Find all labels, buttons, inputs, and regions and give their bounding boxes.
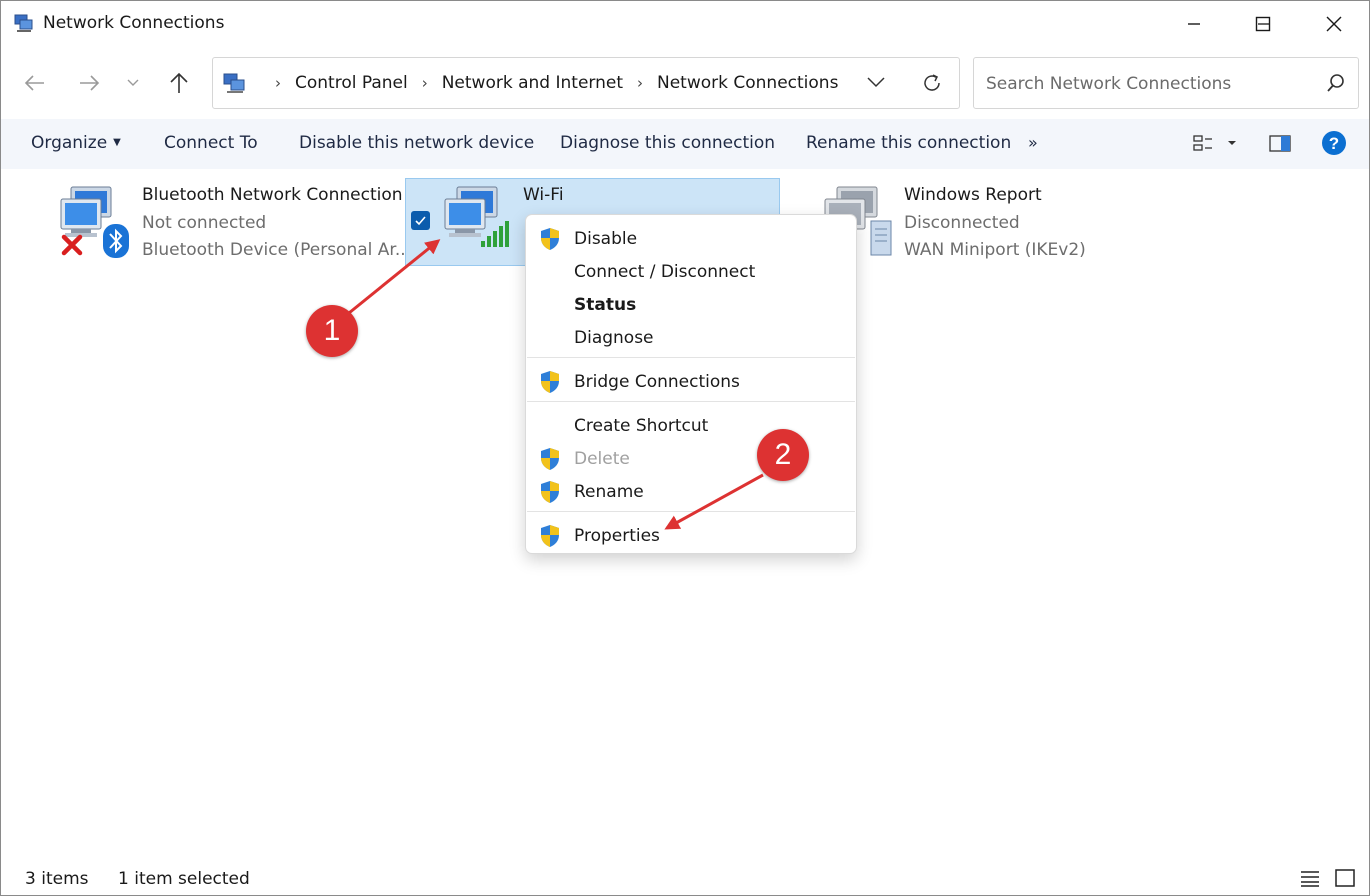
connection-status: Disconnected bbox=[904, 213, 1020, 233]
menu-item-label: Create Shortcut bbox=[574, 416, 709, 436]
organize-label: Organize bbox=[31, 133, 108, 153]
breadcrumb-network-connections[interactable]: Network Connections bbox=[657, 73, 838, 93]
network-connections-app-icon bbox=[13, 12, 35, 38]
connect-to-button[interactable]: Connect To bbox=[164, 133, 258, 153]
minimize-icon bbox=[1188, 23, 1200, 25]
maximize-btn[interactable] bbox=[1228, 1, 1298, 47]
selection-checkbox[interactable] bbox=[411, 211, 430, 230]
close-btn[interactable] bbox=[1299, 1, 1369, 47]
menu-item-label: Rename bbox=[574, 482, 644, 502]
details-view-button[interactable] bbox=[1299, 868, 1321, 892]
menu-item-label: Status bbox=[574, 295, 637, 315]
large-icons-view-button[interactable] bbox=[1334, 868, 1356, 892]
uac-shield-icon bbox=[539, 480, 561, 508]
menu-item-label: Connect / Disconnect bbox=[574, 262, 756, 282]
menu-item-disable[interactable]: Disable bbox=[526, 222, 856, 254]
up-button[interactable] bbox=[163, 67, 195, 99]
menu-item-connect-disconnect[interactable]: Connect / Disconnect bbox=[526, 255, 856, 287]
chevron-down-icon bbox=[127, 79, 139, 86]
arrow-up-icon bbox=[170, 72, 188, 93]
connection-name: Bluetooth Network Connection bbox=[142, 185, 403, 205]
minimize-btn[interactable] bbox=[1159, 1, 1229, 47]
search-icon[interactable] bbox=[1326, 73, 1346, 97]
annotation-step-2: 2 bbox=[757, 429, 809, 481]
svg-text:?: ? bbox=[1329, 134, 1339, 153]
back-button[interactable] bbox=[19, 67, 51, 99]
menu-item-create-shortcut[interactable]: Create Shortcut bbox=[526, 409, 856, 441]
breadcrumb-control-panel[interactable]: Control Panel bbox=[295, 73, 408, 93]
uac-shield-icon bbox=[539, 524, 561, 552]
menu-item-label: Diagnose bbox=[574, 328, 654, 348]
uac-shield-icon bbox=[539, 370, 561, 398]
control-panel-icon bbox=[223, 72, 247, 94]
diagnose-connection-button[interactable]: Diagnose this connection bbox=[560, 133, 775, 153]
details-view-icon bbox=[1301, 871, 1319, 887]
wifi-adapter-icon bbox=[439, 183, 515, 267]
search-box[interactable] bbox=[973, 57, 1359, 109]
chevron-down-icon bbox=[867, 77, 885, 88]
menu-item-diagnose[interactable]: Diagnose bbox=[526, 321, 856, 353]
connection-device: Bluetooth Device (Personal Ar... bbox=[142, 240, 412, 260]
change-view-button[interactable] bbox=[1192, 131, 1240, 159]
menu-item-label: Bridge Connections bbox=[574, 372, 740, 392]
address-bar[interactable]: › Control Panel › Network and Internet ›… bbox=[212, 57, 960, 109]
window-title: Network Connections bbox=[43, 13, 225, 33]
maximize-icon bbox=[1255, 16, 1271, 32]
checkmark-icon bbox=[415, 216, 426, 226]
close-icon bbox=[1326, 16, 1342, 32]
connection-status: Not connected bbox=[142, 213, 267, 233]
breadcrumb-separator: › bbox=[637, 74, 643, 92]
refresh-button[interactable] bbox=[920, 71, 944, 99]
caret-down-icon: ▼ bbox=[113, 137, 121, 148]
connection-device: WAN Miniport (IKEv2) bbox=[904, 240, 1086, 260]
menu-item-properties[interactable]: Properties bbox=[526, 519, 856, 551]
forward-button[interactable] bbox=[73, 67, 105, 99]
arrow-left-icon bbox=[24, 75, 44, 91]
help-button[interactable]: ? bbox=[1321, 130, 1347, 160]
connection-name-wifi: Wi-Fi bbox=[523, 185, 564, 205]
search-input[interactable] bbox=[984, 70, 1308, 98]
menu-separator bbox=[527, 357, 855, 358]
large-icons-view-icon bbox=[1335, 869, 1355, 887]
connection-name: Windows Report bbox=[904, 185, 1042, 205]
uac-shield-icon bbox=[539, 227, 561, 255]
breadcrumb: › Control Panel › Network and Internet ›… bbox=[223, 58, 838, 108]
arrow-right-icon bbox=[80, 75, 100, 91]
menu-separator bbox=[527, 511, 855, 512]
menu-item-label: Disable bbox=[574, 229, 638, 249]
connection-item-windows-report[interactable]: Windows Report Disconnected WAN Miniport… bbox=[821, 179, 1161, 269]
disable-device-button[interactable]: Disable this network device bbox=[299, 133, 534, 153]
help-icon: ? bbox=[1322, 131, 1346, 155]
view-options-icon bbox=[1193, 135, 1236, 151]
breadcrumb-network-and-internet[interactable]: Network and Internet bbox=[442, 73, 623, 93]
bluetooth-icon bbox=[102, 223, 130, 263]
rename-connection-button[interactable]: Rename this connection bbox=[806, 133, 1011, 153]
item-count: 3 items bbox=[25, 869, 89, 889]
refresh-icon bbox=[924, 74, 940, 91]
connection-item-bluetooth[interactable]: Bluetooth Network Connection Not connect… bbox=[57, 179, 411, 269]
disconnected-x-icon bbox=[60, 233, 84, 261]
address-dropdown-button[interactable] bbox=[865, 71, 887, 97]
menu-item-label: Delete bbox=[574, 449, 630, 469]
menu-item-rename[interactable]: Rename bbox=[526, 475, 856, 507]
context-menu: Disable Connect / Disconnect Status Diag… bbox=[525, 214, 857, 554]
uac-shield-icon bbox=[539, 447, 561, 475]
preview-pane-button[interactable] bbox=[1268, 131, 1292, 159]
recent-locations-button[interactable] bbox=[117, 67, 149, 99]
organize-menu-button[interactable]: Organize ▼ bbox=[31, 133, 121, 153]
menu-item-label: Properties bbox=[574, 526, 660, 546]
breadcrumb-separator: › bbox=[421, 74, 428, 92]
annotation-step-1: 1 bbox=[306, 305, 358, 357]
menu-item-bridge-connections[interactable]: Bridge Connections bbox=[526, 365, 856, 397]
status-bar: 3 items 1 item selected bbox=[1, 859, 1369, 895]
preview-pane-icon bbox=[1269, 135, 1291, 152]
network-connections-window: Network Connections › Control Panel › Ne… bbox=[0, 0, 1370, 896]
menu-separator bbox=[527, 401, 855, 402]
selection-count: 1 item selected bbox=[118, 869, 250, 889]
command-bar: Organize ▼ Connect To Disable this networ… bbox=[1, 119, 1369, 170]
breadcrumb-separator: › bbox=[275, 74, 281, 92]
menu-item-status[interactable]: Status bbox=[526, 288, 856, 320]
more-commands-button[interactable]: » bbox=[1028, 133, 1038, 152]
